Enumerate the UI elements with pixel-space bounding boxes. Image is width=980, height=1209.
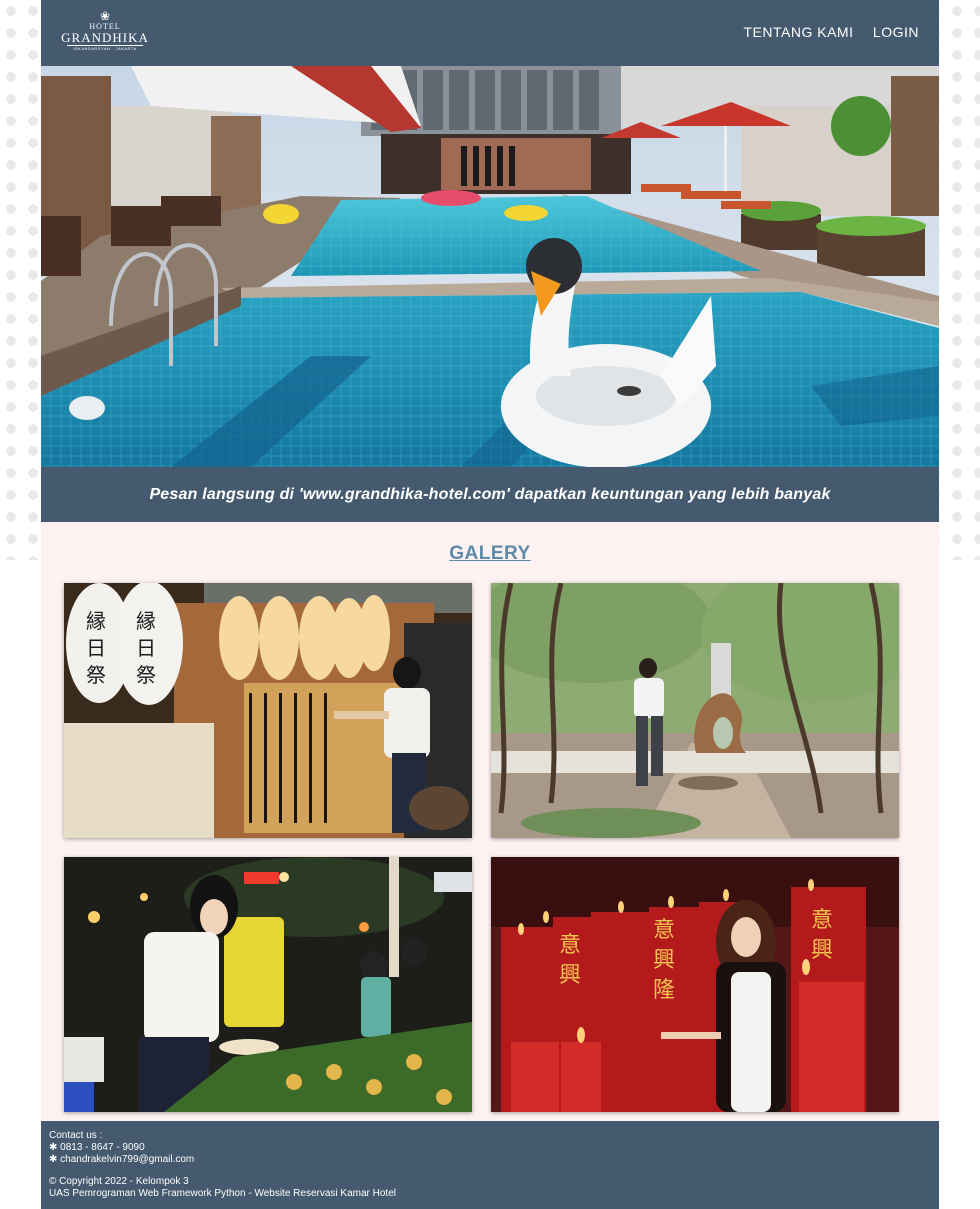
nav-login[interactable]: LOGIN: [873, 24, 919, 40]
footer-project: UAS Pemrograman Web Framework Python - W…: [49, 1188, 396, 1199]
svg-text:日: 日: [86, 636, 106, 660]
svg-text:興: 興: [811, 938, 833, 963]
svg-text:意: 意: [559, 933, 581, 958]
logo-line-2: GRANDHIKA: [61, 30, 149, 45]
svg-text:祭: 祭: [86, 663, 106, 687]
footer: Contact us : ✱ 0813 - 8647 - 9090 ✱ chan…: [41, 1121, 939, 1209]
footer-phone: ✱ 0813 - 8647 - 9090: [49, 1142, 145, 1153]
svg-text:隆: 隆: [653, 978, 675, 1003]
svg-text:縁: 縁: [86, 609, 106, 633]
footer-copyright: © Copyright 2022 - Kelompok 3: [49, 1176, 189, 1187]
gallery-title: GALERY: [449, 543, 531, 564]
svg-text:日: 日: [136, 636, 156, 660]
svg-text:興: 興: [653, 948, 675, 973]
footer-email[interactable]: ✱ chandrakelvin799@gmail.com: [49, 1154, 396, 1166]
svg-text:縁: 縁: [136, 609, 156, 633]
hotel-logo[interactable]: ❀ HOTEL GRANDHIKA ISKANDARSYAH · JAKARTA: [59, 10, 151, 54]
gallery-photo-night-market[interactable]: [64, 857, 472, 1112]
page-container: ❀ HOTEL GRANDHIKA ISKANDARSYAH · JAKARTA…: [41, 0, 939, 1209]
gallery-photo-lanterns[interactable]: 縁日祭 縁日祭: [64, 583, 472, 838]
svg-text:意: 意: [653, 918, 675, 943]
svg-text:意: 意: [811, 908, 833, 933]
logo-line-3: ISKANDARSYAH · JAKARTA: [67, 45, 143, 52]
svg-text:祭: 祭: [136, 663, 156, 687]
navbar: ❀ HOTEL GRANDHIKA ISKANDARSYAH · JAKARTA…: [41, 0, 939, 66]
lotus-icon: ❀: [99, 9, 111, 23]
gallery-photo-candles[interactable]: 意興 意興隆 意興: [491, 857, 899, 1112]
hero-image: [41, 66, 939, 467]
gallery-photo-park[interactable]: [491, 583, 899, 838]
svg-text:興: 興: [559, 963, 581, 988]
footer-contact-label: Contact us :: [49, 1130, 103, 1141]
nav-tentang-kami[interactable]: TENTANG KAMI: [744, 24, 854, 40]
promo-banner: Pesan langsung di 'www.grandhika-hotel.c…: [41, 467, 939, 522]
nav-links: TENTANG KAMI LOGIN: [729, 24, 920, 42]
